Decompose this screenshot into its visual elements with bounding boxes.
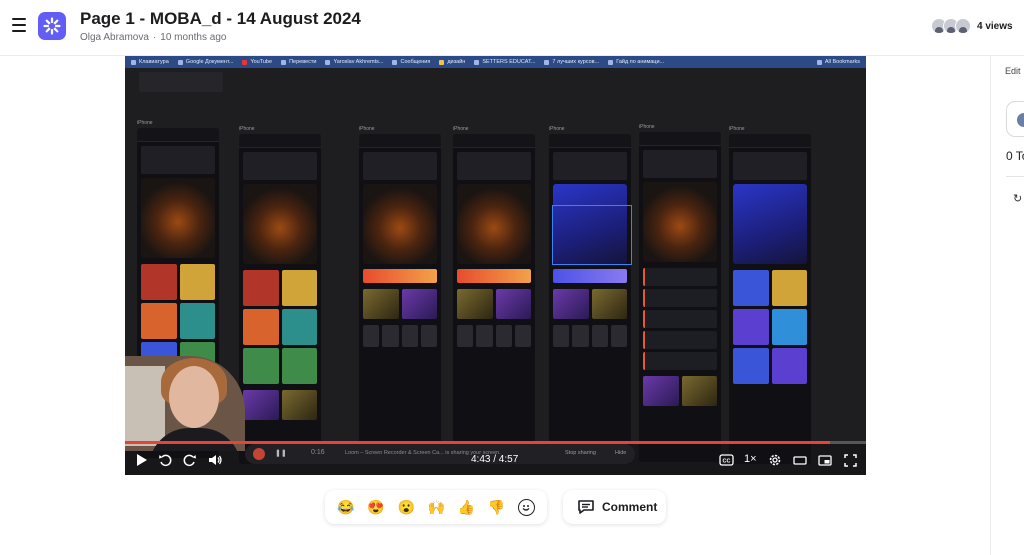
- phone-mockup: [239, 134, 321, 464]
- progress-fill: [125, 441, 831, 444]
- picture-in-picture-icon[interactable]: [817, 452, 833, 468]
- bookmark-item: Гайд по анимаци...: [608, 59, 664, 65]
- video-meta: Olga Abramova · 10 months ago: [80, 32, 227, 43]
- comment-icon: [578, 500, 594, 514]
- svg-text:CC: CC: [722, 459, 730, 465]
- loom-logo-icon: [43, 17, 61, 35]
- browser-bookmarks-bar: Клавиатура Google Документ... YouTube Пе…: [125, 56, 866, 68]
- viewer-avatar-icon: [955, 18, 971, 34]
- panel-divider: [1006, 176, 1024, 177]
- forward-icon[interactable]: [182, 452, 198, 468]
- speed-control[interactable]: 1×: [744, 453, 757, 465]
- progress-track[interactable]: [125, 441, 866, 444]
- top-bar: Page 1 - MOBA_d - 14 August 2024 Olga Ab…: [0, 0, 1024, 56]
- canvas-strip: [139, 72, 223, 92]
- time-display: 4:43 / 4:57: [471, 454, 519, 465]
- phone-mockup: [359, 134, 441, 464]
- phone-mockup: [639, 132, 721, 462]
- frame-label: iPhone: [639, 124, 655, 130]
- frame-label: iPhone: [549, 126, 565, 132]
- reaction-raised-hands[interactable]: 🙌: [428, 499, 445, 515]
- phone-mockup: [549, 134, 631, 464]
- selection-box: [552, 205, 632, 265]
- bookmark-item: SETTERS EDUCAT...: [474, 59, 535, 65]
- phone-mockup: [453, 134, 535, 464]
- video-age: 10 months ago: [160, 32, 227, 43]
- bookmark-item: YouTube: [242, 59, 272, 65]
- screen-share-bar: ❚❚ 0:16 Loom – Screen Recorder & Screen …: [245, 444, 635, 464]
- reaction-laugh[interactable]: 😂: [337, 499, 354, 515]
- author-name[interactable]: Olga Abramova: [80, 32, 149, 43]
- video-title: Page 1 - MOBA_d - 14 August 2024: [80, 9, 361, 28]
- captions-icon[interactable]: CC: [718, 452, 734, 468]
- reaction-wow[interactable]: 😮: [397, 499, 414, 515]
- reaction-love[interactable]: 😍: [367, 499, 384, 515]
- settings-gear-icon[interactable]: [767, 452, 783, 468]
- rewind-icon[interactable]: [157, 452, 173, 468]
- comment-count: 0 To: [1006, 149, 1024, 163]
- reaction-thumbs-down[interactable]: 👎: [488, 499, 505, 515]
- bookmark-item: Перевести: [281, 59, 316, 65]
- video-player[interactable]: Клавиатура Google Документ... YouTube Пе…: [125, 56, 866, 475]
- bookmark-item: дизайн: [439, 59, 465, 65]
- record-icon: [253, 448, 265, 460]
- frame-label: iPhone: [729, 126, 745, 132]
- reaction-thumbs-up[interactable]: 👍: [458, 499, 475, 515]
- reactions-bar: 😂 😍 😮 🙌 👍 👎: [325, 490, 547, 524]
- app-logo[interactable]: [38, 12, 66, 40]
- viewers-widget[interactable]: 4 views: [931, 18, 1013, 34]
- recorder-time: 0:16: [311, 449, 325, 456]
- volume-icon[interactable]: [207, 452, 223, 468]
- bookmark-item: Сообщения: [392, 59, 430, 65]
- theater-mode-icon[interactable]: [792, 452, 808, 468]
- webcam-overlay[interactable]: [125, 356, 245, 451]
- frame-label: iPhone: [359, 126, 375, 132]
- frame-label: iPhone: [137, 120, 153, 126]
- bookmark-item: Google Документ...: [177, 59, 233, 65]
- fullscreen-icon[interactable]: [842, 452, 858, 468]
- add-reaction-icon[interactable]: [517, 498, 535, 516]
- play-icon[interactable]: [133, 452, 149, 468]
- bookmark-item: Yaroslav Akhremts...: [325, 59, 383, 65]
- commenter-avatar[interactable]: [1006, 101, 1024, 137]
- bookmark-item: Клавиатура: [131, 59, 169, 65]
- views-count: 4 views: [977, 20, 1013, 32]
- all-bookmarks: All Bookmarks: [816, 59, 860, 65]
- edit-link[interactable]: Edit: [1005, 66, 1021, 76]
- pause-icon: ❚❚: [275, 450, 287, 457]
- frame-label: iPhone: [239, 126, 255, 132]
- hide-label: Hide: [615, 450, 627, 456]
- phone-mockup: [729, 134, 811, 464]
- menu-icon[interactable]: [12, 18, 26, 32]
- frame-label: iPhone: [453, 126, 469, 132]
- right-panel: Edit 0 To ↻: [990, 56, 1024, 555]
- refresh-icon[interactable]: ↻: [1013, 192, 1022, 205]
- stop-sharing-label: Stop sharing: [565, 450, 596, 456]
- bookmark-item: 7 лучших курсов...: [544, 59, 599, 65]
- comment-label: Comment: [602, 500, 658, 514]
- comment-button[interactable]: Comment: [563, 490, 666, 524]
